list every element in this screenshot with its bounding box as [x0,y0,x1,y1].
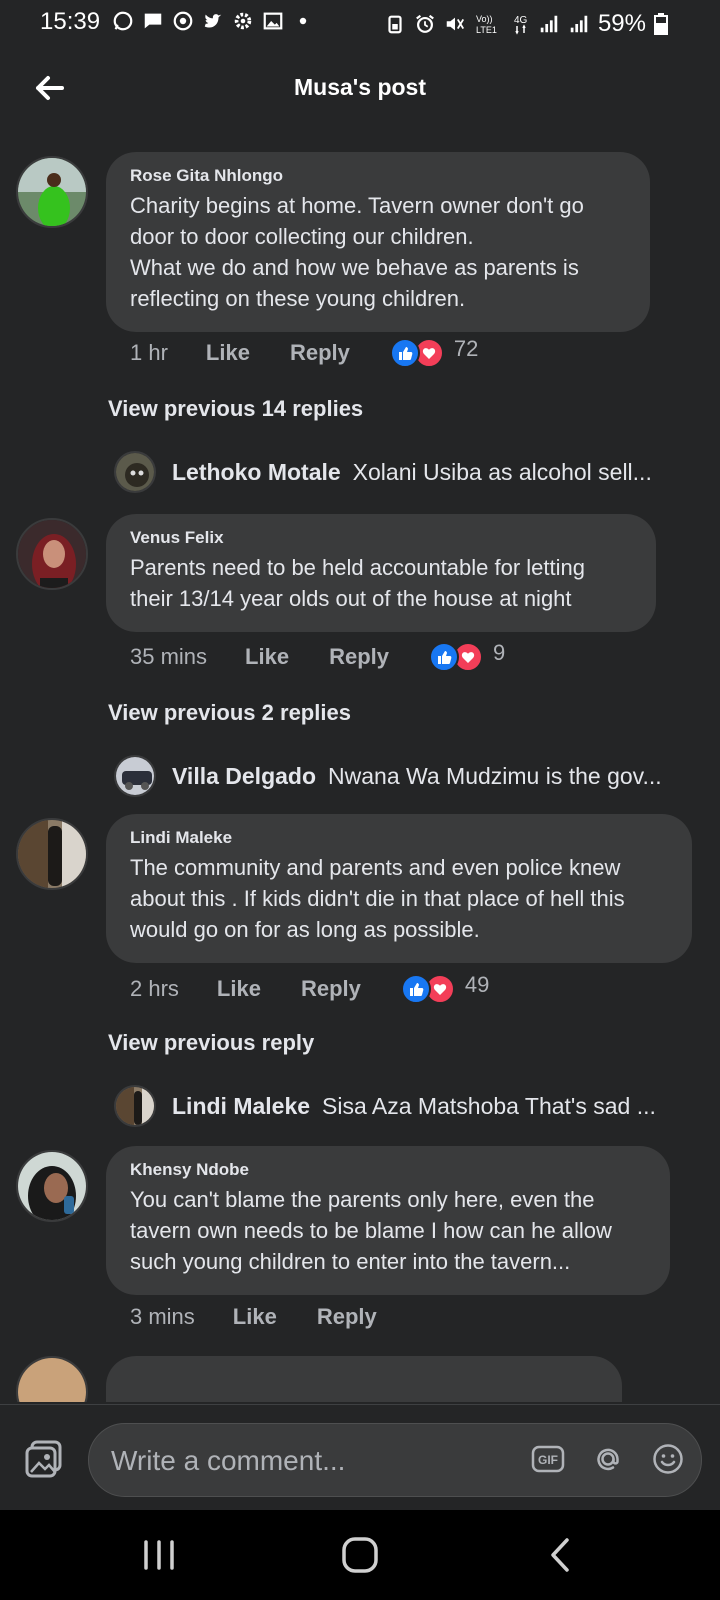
avatar[interactable] [114,755,156,797]
avatar[interactable] [16,1150,88,1222]
comment-actions: 3 mins Like Reply [130,1304,417,1330]
avatar[interactable] [16,1356,88,1402]
avatar[interactable] [16,156,88,228]
reply-author[interactable]: Lethoko Motale [172,459,341,486]
comment-time[interactable]: 3 mins [130,1304,195,1330]
view-previous-replies[interactable]: View previous 14 replies [108,396,363,422]
like-button[interactable]: Like [206,340,250,366]
comment-text: The community and parents and even polic… [130,855,625,942]
battery-saver-icon [388,15,402,34]
reply-text: Nwana Wa Mudzimu is the gov... [328,762,662,789]
like-reaction-icon [400,974,431,1004]
avatar[interactable] [114,1085,156,1127]
view-previous-replies[interactable]: View previous 2 replies [108,700,351,726]
photo-icon[interactable] [24,1439,64,1479]
comment-time[interactable]: 2 hrs [130,976,179,1002]
comment-text: You can't blame the parents only here, e… [130,1187,612,1274]
reactions[interactable]: 9 [429,640,506,672]
dot-icon [299,17,307,25]
system-icons: Vo)) LTE1 4G 59% [384,10,668,38]
comment-author[interactable]: Rose Gita Nhlongo [130,166,626,186]
reaction-count: 49 [464,972,490,997]
svg-text:LTE1: LTE1 [476,25,497,35]
reply-preview[interactable]: Villa Delgado Nwana Wa Mudzimu is the go… [114,754,704,798]
comment-list[interactable]: Rose Gita Nhlongo Charity begins at home… [0,152,720,1402]
avatar[interactable] [16,518,88,590]
avatar[interactable] [114,451,156,493]
reply-button[interactable]: Reply [317,1304,377,1330]
comment-time[interactable]: 35 mins [130,644,207,670]
comment-bubble[interactable] [106,1356,622,1402]
reply-text: Sisa Aza Matshoba That's sad ... [322,1092,656,1119]
battery-percent: 59% [597,10,646,37]
comment-actions: 1 hr Like Reply 72 [130,336,479,368]
back-icon[interactable] [538,1532,584,1578]
comment-input[interactable] [109,1438,493,1484]
home-icon[interactable] [337,1532,383,1578]
mute-icon [446,17,464,31]
gallery-icon [263,12,283,30]
reaction-count: 72 [453,336,479,361]
comment-input-container[interactable]: GIF [88,1423,702,1497]
reply-button[interactable]: Reply [301,976,361,1002]
like-reaction-icon [429,642,459,672]
message-icon [144,13,162,29]
settings-icon [234,12,252,30]
avatar[interactable] [16,818,88,890]
reply-text: Xolani Usiba as alcohol sell... [352,458,652,485]
like-button[interactable]: Like [245,644,289,670]
like-reaction-icon [389,338,420,368]
reply-author[interactable]: Lindi Maleke [172,1093,310,1120]
reply-button[interactable]: Reply [329,644,389,670]
reply-preview[interactable]: Lethoko Motale Xolani Usiba as alcohol s… [114,450,704,494]
reactions[interactable]: 49 [400,972,490,1004]
view-previous-replies[interactable]: View previous reply [108,1030,314,1056]
comment-author[interactable]: Khensy Ndobe [130,1160,646,1180]
page-title: Musa's post [294,74,426,100]
reaction-count: 9 [493,640,506,665]
network-label: 4G [514,15,528,26]
comment-composer: GIF [0,1404,720,1511]
comment-bubble[interactable]: Khensy Ndobe You can't blame the parents… [106,1146,670,1295]
comment-time[interactable]: 1 hr [130,340,168,366]
signal-icon [540,15,558,33]
svg-text:GIF: GIF [538,1453,558,1467]
comment-bubble[interactable]: Lindi Maleke The community and parents a… [106,814,692,963]
chrome-icon [173,11,193,31]
like-button[interactable]: Like [233,1304,277,1330]
reply-author[interactable]: Villa Delgado [172,763,316,790]
comment-actions: 2 hrs Like Reply 49 [130,972,490,1004]
alarm-icon [416,14,434,33]
notification-icons [112,10,314,32]
post-header: Musa's post [0,60,720,116]
whatsapp-icon [113,11,133,31]
status-time: 15:39 [40,8,101,35]
svg-text:Vo)): Vo)) [476,14,493,24]
volte-icon: Vo))LTE1 [476,14,497,35]
reply-button[interactable]: Reply [290,340,350,366]
network-4g-icon: 4G [514,15,528,35]
twitter-icon [204,14,222,28]
signal-icon [570,15,588,33]
comment-text: Parents need to be held accountable for … [130,555,585,611]
comment-text: Charity begins at home. Tavern owner don… [130,193,584,311]
comment-actions: 35 mins Like Reply 9 [130,640,506,672]
emoji-icon[interactable] [651,1442,685,1476]
reactions[interactable]: 72 [389,336,479,368]
like-button[interactable]: Like [217,976,261,1002]
comment-author[interactable]: Lindi Maleke [130,828,668,848]
comment-bubble[interactable]: Venus Felix Parents need to be held acco… [106,514,656,632]
reply-preview[interactable]: Lindi Maleke Sisa Aza Matshoba That's sa… [114,1084,704,1128]
comment-author[interactable]: Venus Felix [130,528,632,548]
comment-bubble[interactable]: Rose Gita Nhlongo Charity begins at home… [106,152,650,332]
battery-icon [654,13,668,35]
recents-icon[interactable] [136,1532,182,1578]
composer-icons: GIF [531,1442,685,1476]
status-bar: 15:39 Vo)) LTE1 4G 59% [0,0,720,46]
at-icon[interactable] [591,1442,625,1476]
system-nav-bar [0,1510,720,1600]
gif-icon[interactable]: GIF [531,1442,565,1476]
